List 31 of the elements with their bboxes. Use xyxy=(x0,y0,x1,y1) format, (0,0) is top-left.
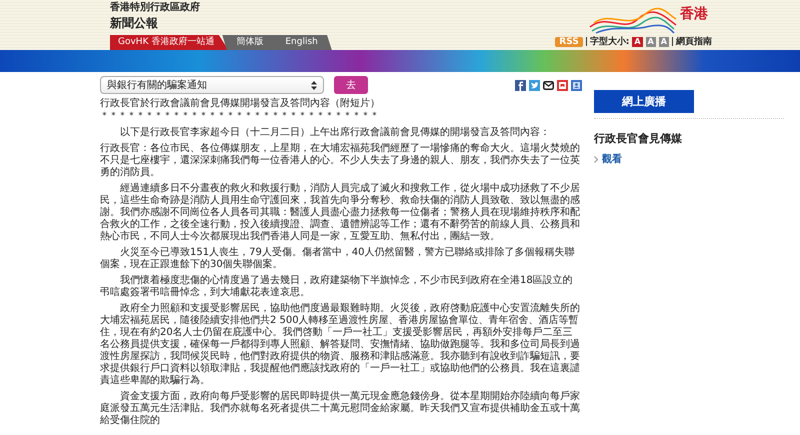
site-title: 新聞公報 xyxy=(110,15,159,32)
font-size-button[interactable]: A xyxy=(632,36,643,46)
separator-asterisks: ＊＊＊＊＊＊＊＊＊＊＊＊＊＊＊＊＊＊＊＊＊＊＊＊＊＊＊＊＊＊＊ xyxy=(100,110,380,122)
org-name: 香港特別行政區政府 xyxy=(110,0,201,14)
bookmark-icon[interactable] xyxy=(557,80,568,90)
watch-link[interactable]: 觀看 xyxy=(602,152,622,166)
webcast-heading: 網上廣播 xyxy=(594,90,694,113)
article-paragraph: 以下是行政長官李家超今日（十二月二日）上午出席行政會議前會見傳媒的開場發言及答問內容： xyxy=(119,127,551,139)
govhk-link[interactable]: GovHK 香港政府一站通 xyxy=(110,35,228,50)
article-paragraph: 行政長官：各位市民、各位傳媒朋友，上星期，在大埔宏福苑我們經歷了一場慘痛的奪命大火。這場火焚燒的不只是七座樓宇，還深深刺痛我們每一位香港人的心。不少人失去了身邊的親人、朋友，我們亦失去了一位英勇的消防員。 xyxy=(100,143,581,179)
language-link[interactable]: English xyxy=(271,35,332,50)
page-guide-link[interactable]: 網頁指南 xyxy=(676,35,712,48)
webcast-title: 行政長官會見傳媒 xyxy=(594,131,683,146)
article-paragraph: 火災至今已導致151人喪生，79人受傷。傷者當中，40人仍然留醫，警方已聯絡或排除了多個報稱失聯個案，現在正跟進餘下的30個失聯個案。 xyxy=(100,247,576,271)
article-paragraph: 經過連續多日不分晝夜的救火和救援行動，消防人員完成了滅火和搜救工作，從火場中成功拯救了不少居民，這些生命奇跡是消防人員用生命守護回來，我首先向爭分奪秒、救命扶傷的消防人員致敬、致以無盡的感謝。我們亦感謝不同崗位各人員各司其職：醫護人員盡心盡力拯救每一位傷者；警務人員在現場維持秩序和配合救火的工作，之後全速行動，投入後續搜證、調查、遺體辨認等工作；還有不辭勞苦的前線人員、公務員和熱心市民，不同人士今次都展現出我們香港人同是一家，互愛互助、無私付出，團結一致。 xyxy=(100,183,581,243)
language-link[interactable]: 簡体版 xyxy=(222,35,278,50)
email-icon[interactable] xyxy=(543,80,554,90)
dropdown-arrows-icon xyxy=(311,80,317,90)
article-title: 行政長官於行政會議前會見傳媒開場發言及答問內容（附短片） xyxy=(100,98,381,110)
font-size-button[interactable]: A xyxy=(658,36,669,46)
ribbon-logo-icon xyxy=(588,5,678,35)
article-paragraph: 我們懷着極度悲傷的心情度過了過去幾日，政府建築物下半旗悼念，不少市民到政府在全港18區設立的弔唁處簽署弔唁冊悼念，到大埔獻花表達哀思。 xyxy=(100,275,574,299)
go-button[interactable]: 去 xyxy=(334,76,368,94)
topic-dropdown[interactable]: 與銀行有關的騙案通知 xyxy=(100,76,324,94)
chevron-icon xyxy=(594,156,598,162)
font-size-button[interactable]: A xyxy=(646,36,656,46)
logo-text: 香港 xyxy=(680,5,708,23)
article-paragraph: 政府全力照顧和支援受影響居民，協助他們度過最艱難時期。火災後，政府啓動庇護中心安置流離失所的大埔宏福苑居民，隨後陸續安排他們共2 500人轉移至過渡性房屋、香港房屋協會單位、青年宿舍、酒店等暫住，現在有約20名人士仍留在庇護中心。我們啓動「一戶一社工」支援受影響居民，再額外安排每戶二至三名公務員提供支援，確保每一戶都得到專人照顧、解答疑問、安撫情緒、協助做跑腿等。我和多位司局長到過渡性房屋探訪，我問候災民時，他們對政府提供的物資、服務和津貼感滿意。我亦聽到有說收到詐騙短訊，要求提供銀行戶口資料以領取津貼，我提醒他們應該找政府的「一戶一社工」或協助他們的公務員。我在這裏譴責這些卑鄙的欺騙行為。 xyxy=(100,303,581,387)
facebook-icon[interactable] xyxy=(515,80,526,90)
article-paragraph: 資金支援方面，政府向每戶受影響的居民即時提供一萬元現金應急錢傍身。從本星期開始亦陸續向每戶家庭派發五萬元生活津貼。我們亦就每名死者提供二十萬元慰問金給家屬。昨天我們又宣布提供補助金五或十萬給受傷住院的 xyxy=(100,391,581,427)
font-size-label: 字型大小: xyxy=(590,35,630,48)
